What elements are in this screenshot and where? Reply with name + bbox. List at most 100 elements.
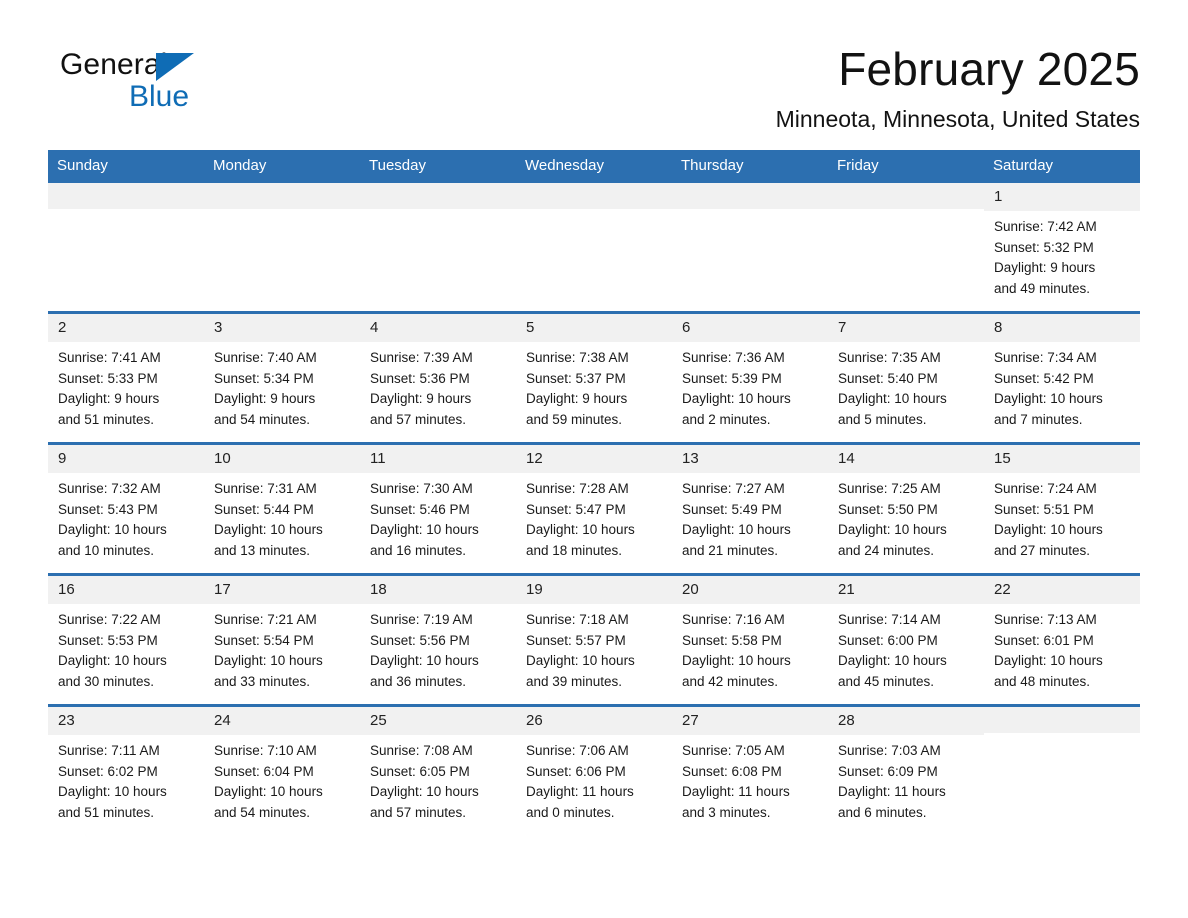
calendar-day-cell[interactable]: 27 Sunrise: 7:05 AM Sunset: 6:08 PM Dayl… xyxy=(672,707,828,836)
calendar-day-cell[interactable]: 6 Sunrise: 7:36 AM Sunset: 5:39 PM Dayli… xyxy=(672,314,828,443)
sunset-text: Sunset: 5:39 PM xyxy=(682,370,782,386)
calendar-week-row: 1 Sunrise: 7:42 AM Sunset: 5:32 PM Dayli… xyxy=(48,183,1140,312)
day-details: Sunrise: 7:36 AM Sunset: 5:39 PM Dayligh… xyxy=(672,342,828,430)
day-number: 7 xyxy=(828,314,984,343)
daylight-text-line2: and 3 minutes. xyxy=(682,805,771,820)
daylight-text-line2: and 24 minutes. xyxy=(838,543,935,558)
calendar-day-cell[interactable]: 28 Sunrise: 7:03 AM Sunset: 6:09 PM Dayl… xyxy=(828,707,984,836)
daylight-text-line2: and 51 minutes. xyxy=(58,805,155,820)
logo-text-blue: Blue xyxy=(129,80,190,113)
calendar-day-cell[interactable]: 3 Sunrise: 7:40 AM Sunset: 5:34 PM Dayli… xyxy=(204,314,360,443)
calendar-day-cell[interactable] xyxy=(204,183,360,312)
sunset-text: Sunset: 5:53 PM xyxy=(58,632,158,648)
calendar-day-cell[interactable] xyxy=(828,183,984,312)
daylight-text-line1: Daylight: 10 hours xyxy=(58,784,167,800)
daylight-text-line1: Daylight: 10 hours xyxy=(526,522,635,538)
weekday-header-tuesday: Tuesday xyxy=(369,157,426,175)
daylight-text-line1: Daylight: 10 hours xyxy=(58,653,167,669)
daylight-text-line2: and 30 minutes. xyxy=(58,674,155,689)
day-details: Sunrise: 7:25 AM Sunset: 5:50 PM Dayligh… xyxy=(828,473,984,561)
logo-text-general: General xyxy=(60,48,168,81)
calendar-day-cell[interactable]: 19 Sunrise: 7:18 AM Sunset: 5:57 PM Dayl… xyxy=(516,576,672,705)
calendar-day-cell[interactable]: 22 Sunrise: 7:13 AM Sunset: 6:01 PM Dayl… xyxy=(984,576,1140,705)
calendar-day-cell[interactable] xyxy=(672,183,828,312)
sunset-text: Sunset: 6:09 PM xyxy=(838,763,938,779)
daylight-text-line2: and 0 minutes. xyxy=(526,805,615,820)
daylight-text-line2: and 59 minutes. xyxy=(526,412,623,427)
weekday-header-saturday: Saturday xyxy=(993,157,1054,175)
day-number: 3 xyxy=(204,314,360,343)
daylight-text-line2: and 18 minutes. xyxy=(526,543,623,558)
calendar-day-cell[interactable]: 14 Sunrise: 7:25 AM Sunset: 5:50 PM Dayl… xyxy=(828,445,984,574)
day-details: Sunrise: 7:10 AM Sunset: 6:04 PM Dayligh… xyxy=(204,735,360,823)
sunset-text: Sunset: 5:43 PM xyxy=(58,501,158,517)
calendar-day-cell[interactable]: 24 Sunrise: 7:10 AM Sunset: 6:04 PM Dayl… xyxy=(204,707,360,836)
day-number: 15 xyxy=(984,445,1140,474)
day-details: Sunrise: 7:40 AM Sunset: 5:34 PM Dayligh… xyxy=(204,342,360,430)
calendar-day-cell[interactable]: 8 Sunrise: 7:34 AM Sunset: 5:42 PM Dayli… xyxy=(984,314,1140,443)
calendar-day-cell[interactable] xyxy=(984,707,1140,836)
general-blue-logo[interactable]: General Blue xyxy=(48,44,248,120)
sunrise-text: Sunrise: 7:03 AM xyxy=(838,743,941,759)
calendar-day-cell[interactable]: 13 Sunrise: 7:27 AM Sunset: 5:49 PM Dayl… xyxy=(672,445,828,574)
day-number: 1 xyxy=(984,183,1140,212)
calendar-grid: Sunday Monday Tuesday Wednesday Thursday… xyxy=(48,150,1140,836)
calendar-day-cell[interactable] xyxy=(516,183,672,312)
calendar-day-cell[interactable] xyxy=(360,183,516,312)
calendar-day-cell[interactable]: 7 Sunrise: 7:35 AM Sunset: 5:40 PM Dayli… xyxy=(828,314,984,443)
sunset-text: Sunset: 6:00 PM xyxy=(838,632,938,648)
day-details: Sunrise: 7:27 AM Sunset: 5:49 PM Dayligh… xyxy=(672,473,828,561)
calendar-day-cell[interactable]: 25 Sunrise: 7:08 AM Sunset: 6:05 PM Dayl… xyxy=(360,707,516,836)
sunset-text: Sunset: 5:57 PM xyxy=(526,632,626,648)
sunset-text: Sunset: 5:46 PM xyxy=(370,501,470,517)
day-number: 20 xyxy=(672,576,828,605)
sunset-text: Sunset: 6:08 PM xyxy=(682,763,782,779)
calendar-day-cell[interactable]: 20 Sunrise: 7:16 AM Sunset: 5:58 PM Dayl… xyxy=(672,576,828,705)
calendar-day-cell[interactable]: 5 Sunrise: 7:38 AM Sunset: 5:37 PM Dayli… xyxy=(516,314,672,443)
calendar-day-cell[interactable]: 10 Sunrise: 7:31 AM Sunset: 5:44 PM Dayl… xyxy=(204,445,360,574)
calendar-day-cell[interactable]: 4 Sunrise: 7:39 AM Sunset: 5:36 PM Dayli… xyxy=(360,314,516,443)
daylight-text-line2: and 57 minutes. xyxy=(370,805,467,820)
calendar-day-cell[interactable]: 18 Sunrise: 7:19 AM Sunset: 5:56 PM Dayl… xyxy=(360,576,516,705)
sunset-text: Sunset: 6:06 PM xyxy=(526,763,626,779)
sunrise-text: Sunrise: 7:28 AM xyxy=(526,481,629,497)
day-number: 26 xyxy=(516,707,672,736)
sunrise-text: Sunrise: 7:16 AM xyxy=(682,612,785,628)
calendar-day-cell[interactable]: 17 Sunrise: 7:21 AM Sunset: 5:54 PM Dayl… xyxy=(204,576,360,705)
calendar-day-cell[interactable]: 23 Sunrise: 7:11 AM Sunset: 6:02 PM Dayl… xyxy=(48,707,204,836)
sunrise-text: Sunrise: 7:38 AM xyxy=(526,350,629,366)
calendar-week-row: 16 Sunrise: 7:22 AM Sunset: 5:53 PM Dayl… xyxy=(48,573,1140,705)
calendar-day-cell[interactable]: 12 Sunrise: 7:28 AM Sunset: 5:47 PM Dayl… xyxy=(516,445,672,574)
sunrise-text: Sunrise: 7:31 AM xyxy=(214,481,317,497)
day-details: Sunrise: 7:14 AM Sunset: 6:00 PM Dayligh… xyxy=(828,604,984,692)
calendar-day-cell[interactable]: 1 Sunrise: 7:42 AM Sunset: 5:32 PM Dayli… xyxy=(984,183,1140,312)
calendar-day-cell[interactable]: 2 Sunrise: 7:41 AM Sunset: 5:33 PM Dayli… xyxy=(48,314,204,443)
daylight-text-line1: Daylight: 9 hours xyxy=(370,391,472,407)
day-number: 25 xyxy=(360,707,516,736)
sunset-text: Sunset: 5:58 PM xyxy=(682,632,782,648)
daylight-text-line1: Daylight: 9 hours xyxy=(994,260,1096,276)
sunrise-text: Sunrise: 7:10 AM xyxy=(214,743,317,759)
day-details: Sunrise: 7:19 AM Sunset: 5:56 PM Dayligh… xyxy=(360,604,516,692)
calendar-day-cell[interactable]: 15 Sunrise: 7:24 AM Sunset: 5:51 PM Dayl… xyxy=(984,445,1140,574)
calendar-day-cell[interactable]: 11 Sunrise: 7:30 AM Sunset: 5:46 PM Dayl… xyxy=(360,445,516,574)
sunrise-text: Sunrise: 7:30 AM xyxy=(370,481,473,497)
sunset-text: Sunset: 5:44 PM xyxy=(214,501,314,517)
blue-triangle-icon xyxy=(156,53,194,81)
day-details: Sunrise: 7:05 AM Sunset: 6:08 PM Dayligh… xyxy=(672,735,828,823)
sunrise-text: Sunrise: 7:13 AM xyxy=(994,612,1097,628)
sunrise-text: Sunrise: 7:05 AM xyxy=(682,743,785,759)
sunset-text: Sunset: 5:37 PM xyxy=(526,370,626,386)
daylight-text-line2: and 2 minutes. xyxy=(682,412,771,427)
calendar-day-cell[interactable]: 9 Sunrise: 7:32 AM Sunset: 5:43 PM Dayli… xyxy=(48,445,204,574)
daylight-text-line1: Daylight: 10 hours xyxy=(370,522,479,538)
daylight-text-line2: and 6 minutes. xyxy=(838,805,927,820)
sunrise-text: Sunrise: 7:18 AM xyxy=(526,612,629,628)
calendar-day-cell[interactable]: 21 Sunrise: 7:14 AM Sunset: 6:00 PM Dayl… xyxy=(828,576,984,705)
calendar-day-cell[interactable] xyxy=(48,183,204,312)
calendar-day-cell[interactable]: 16 Sunrise: 7:22 AM Sunset: 5:53 PM Dayl… xyxy=(48,576,204,705)
day-details: Sunrise: 7:08 AM Sunset: 6:05 PM Dayligh… xyxy=(360,735,516,823)
calendar-day-cell[interactable]: 26 Sunrise: 7:06 AM Sunset: 6:06 PM Dayl… xyxy=(516,707,672,836)
day-number xyxy=(48,183,204,210)
daylight-text-line2: and 5 minutes. xyxy=(838,412,927,427)
